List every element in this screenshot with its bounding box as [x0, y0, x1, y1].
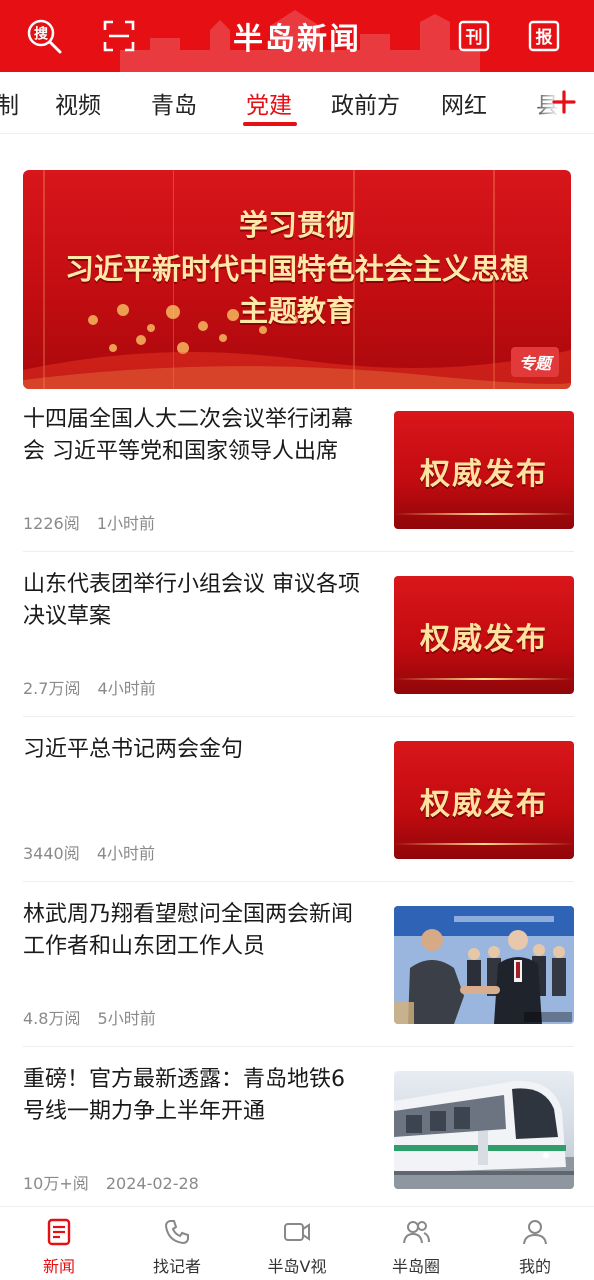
divider — [23, 1046, 574, 1047]
app-root: 搜 半岛新闻 刊 报 制 视频 青岛 党建 政前方 — [0, 0, 594, 1280]
top-header: 搜 半岛新闻 刊 报 — [0, 0, 594, 72]
phone-icon — [164, 1220, 189, 1245]
news-item[interactable]: 十四届全国人大二次会议举行闭幕会 习近平等党和国家领导人出席 1226阅 1小时… — [23, 404, 574, 552]
news-time: 5小时前 — [97, 1009, 156, 1028]
news-time: 2024-02-28 — [105, 1174, 199, 1193]
nav-label: 我的 — [518, 1257, 551, 1276]
tab-party-building[interactable]: 党建 — [246, 86, 292, 120]
feature-banner[interactable]: 学习贯彻 习近平新时代中国特色社会主义思想 主题教育 专题 — [23, 170, 571, 389]
tab-video[interactable]: 视频 — [55, 86, 101, 120]
channel-tabs: 制 视频 青岛 党建 政前方 网红 县 — [0, 72, 594, 134]
banner-line-1: 学习贯彻 — [238, 208, 355, 242]
news-reads: 4.8万阅 — [23, 1009, 81, 1028]
news-time: 4小时前 — [96, 844, 156, 863]
topic-badge: 专题 — [510, 347, 559, 377]
nav-video[interactable]: 半岛V视 — [238, 1207, 356, 1280]
news-item[interactable]: 习近平总书记两会金句 3440阅 4小时前 权威发布 — [23, 734, 574, 882]
nav-label: 新闻 — [42, 1257, 75, 1276]
news-meta: 10万+阅 2024-02-28 — [23, 1170, 211, 1194]
thumbnail-caption: 权威发布 — [420, 787, 548, 822]
newspaper-kan-icon: 刊 — [458, 20, 490, 52]
app-logo: 半岛新闻 — [233, 22, 361, 57]
newspaper-button[interactable]: 刊 — [452, 14, 496, 58]
thumbnail-gold-line — [394, 513, 574, 515]
divider — [23, 881, 574, 882]
tab-zhi[interactable]: 制 — [0, 86, 19, 120]
kan-glyph: 刊 — [466, 28, 483, 48]
nav-label: 半岛V视 — [267, 1257, 327, 1276]
nav-news[interactable]: 新闻 — [0, 1207, 118, 1280]
news-title: 十四届全国人大二次会议举行闭幕会 习近平等党和国家领导人出席 — [23, 407, 354, 464]
active-tab-indicator — [243, 122, 297, 126]
tab-wanghong[interactable]: 网红 — [441, 86, 487, 120]
news-thumbnail: 权威发布 — [394, 411, 574, 529]
tab-qingdao[interactable]: 青岛 — [151, 86, 197, 120]
nav-label: 找记者 — [152, 1257, 201, 1276]
news-meta: 4.8万阅 5小时前 — [23, 1005, 168, 1029]
news-time: 4小时前 — [97, 679, 156, 698]
news-reads: 3440阅 — [23, 844, 80, 863]
banner-line-3: 主题教育 — [238, 294, 355, 328]
news-reads: 10万+阅 — [23, 1174, 89, 1193]
video-icon — [284, 1223, 310, 1241]
report-bao-icon: 报 — [528, 20, 560, 52]
news-item[interactable]: 林武周乃翔看望慰问全国两会新闻工作者和山东团工作人员 4.8万阅 5小时前 — [23, 899, 574, 1047]
news-meta: 1226阅 1小时前 — [23, 510, 167, 534]
news-title: 山东代表团举行小组会议 审议各项决议草案 — [23, 572, 360, 629]
news-item[interactable]: 山东代表团举行小组会议 审议各项决议草案 2.7万阅 4小时前 权威发布 — [23, 569, 574, 717]
news-title: 习近平总书记两会金句 — [23, 737, 244, 762]
report-button[interactable]: 报 — [522, 14, 566, 58]
banner-line-2: 习近平新时代中国特色社会主义思想 — [64, 252, 529, 286]
handshake-photo — [394, 906, 574, 1024]
news-item[interactable]: 重磅！官方最新透露：青岛地铁6号线一期力争上半年开通 10万+阅 2024-02… — [23, 1064, 574, 1198]
news-thumbnail: 权威发布 — [394, 576, 574, 694]
news-photo-thumbnail — [394, 1071, 574, 1189]
user-icon — [523, 1220, 547, 1245]
nav-label: 半岛圈 — [391, 1257, 440, 1276]
nav-circle[interactable]: 半岛圈 — [357, 1207, 475, 1280]
news-reads: 1226阅 — [23, 514, 80, 533]
people-icon — [403, 1221, 430, 1244]
thumbnail-gold-line — [394, 843, 574, 845]
bao-glyph: 报 — [536, 27, 553, 48]
news-meta: 3440阅 4小时前 — [23, 840, 167, 864]
add-channel-plus-icon[interactable] — [550, 88, 578, 116]
thumbnail-gold-line — [394, 678, 574, 680]
thumbnail-caption: 权威发布 — [420, 622, 548, 657]
news-reads: 2.7万阅 — [23, 679, 81, 698]
metro-train-photo — [394, 1080, 574, 1189]
news-title: 林武周乃翔看望慰问全国两会新闻工作者和山东团工作人员 — [23, 902, 354, 959]
nav-find-reporter[interactable]: 找记者 — [118, 1207, 236, 1280]
divider — [23, 551, 574, 552]
news-time: 1小时前 — [96, 514, 156, 533]
news-meta: 2.7万阅 4小时前 — [23, 675, 168, 699]
news-title: 重磅！官方最新透露：青岛地铁6号线一期力争上半年开通 — [23, 1067, 345, 1124]
tab-zhengqianfang[interactable]: 政前方 — [331, 86, 400, 120]
news-photo-thumbnail — [394, 906, 574, 1024]
news-thumbnail: 权威发布 — [394, 741, 574, 859]
divider — [23, 716, 574, 717]
bottom-navigation: 新闻 找记者 半岛V视 半岛圈 我的 — [0, 1206, 594, 1280]
thumbnail-caption: 权威发布 — [420, 457, 548, 492]
news-icon — [47, 1218, 71, 1246]
nav-mine[interactable]: 我的 — [476, 1207, 594, 1280]
